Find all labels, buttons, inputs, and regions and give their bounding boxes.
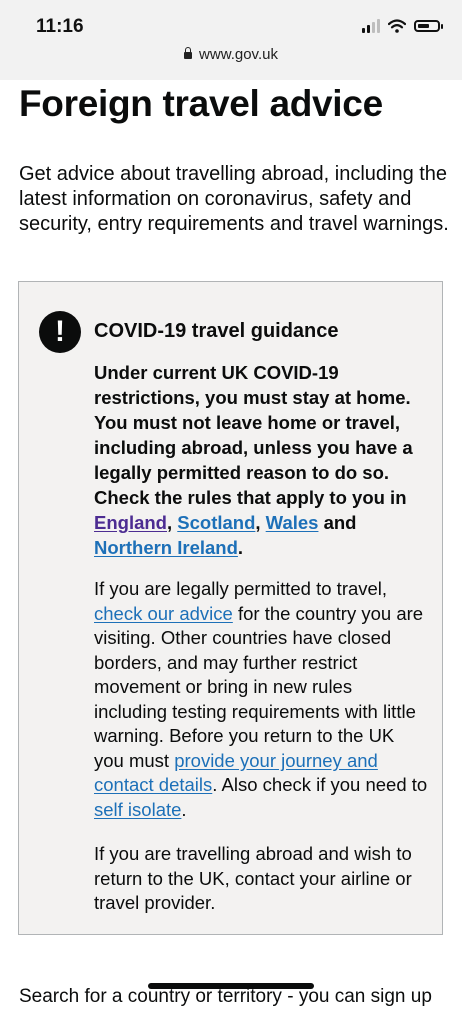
page-title: Foreign travel advice (19, 83, 383, 124)
notice-title: COVID-19 travel guidance (94, 320, 339, 342)
paragraph-text: . Also check if you need to (212, 774, 428, 795)
scotland-link[interactable]: Scotland (177, 512, 255, 533)
england-link[interactable]: England (94, 512, 167, 533)
separator: , (255, 512, 266, 533)
wifi-icon (388, 19, 406, 33)
clock: 11:16 (36, 16, 84, 37)
url-text: www.gov.uk (199, 46, 278, 63)
home-indicator[interactable] (148, 983, 314, 989)
battery-icon (414, 20, 443, 32)
notice-restrictions: Under current UK COVID-19 restrictions, … (94, 360, 426, 560)
wales-link[interactable]: Wales (266, 512, 319, 533)
paragraph-text: . (181, 798, 187, 820)
status-bar: 11:16 www.gov.uk (0, 0, 462, 80)
lead-paragraph: Get advice about travelling abroad, incl… (19, 163, 449, 235)
url-bar[interactable]: www.gov.uk (0, 46, 462, 63)
status-icons (362, 19, 443, 33)
travel-advice-paragraph: If you are legally permitted to travel, … (94, 577, 429, 822)
separator: and (318, 512, 357, 533)
restrictions-text: Under current UK COVID-19 restrictions, … (94, 362, 413, 508)
separator: . (237, 537, 244, 558)
northern-ireland-link[interactable]: Northern Ireland (94, 537, 238, 558)
separator: , (166, 512, 178, 533)
return-paragraph: If you are travelling abroad and wish to… (94, 843, 412, 913)
self-isolate-link[interactable]: self isolate (94, 799, 181, 820)
paragraph-text: If you are legally permitted to travel, (94, 578, 388, 599)
check-advice-link[interactable]: check our advice (94, 603, 233, 624)
paragraph-text: for the country you are visiting. Other … (94, 602, 424, 771)
signal-icon (362, 19, 380, 33)
covid-notice: ! COVID-19 travel guidance Under current… (18, 281, 443, 935)
warning-icon: ! (39, 311, 81, 353)
lock-icon (184, 47, 193, 59)
